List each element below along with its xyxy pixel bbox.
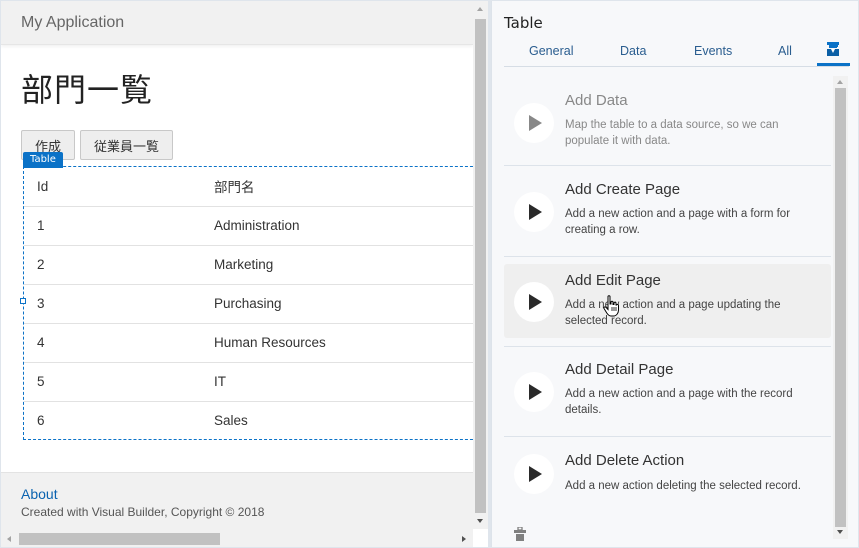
page-title[interactable]: 部門一覧 [21,65,153,111]
quick-start-add-delete-action[interactable]: Add Delete Action Add a new action delet… [504,437,831,517]
cell-id: 2 [24,245,214,285]
app-header: My Application [1,1,473,45]
cell-id: 3 [24,284,214,324]
quick-start-add-detail-page[interactable]: Add Detail Page Add a new action and a p… [504,347,831,437]
app-footer: About Created with Visual Builder, Copyr… [1,472,473,529]
tab-general[interactable]: General [529,44,573,58]
cell-department-name: Human Resources [214,323,473,363]
quick-start-add-edit-page[interactable]: Add Edit Page Add a new action and a pag… [504,264,831,338]
app-title: My Application [21,13,125,31]
tab-events[interactable]: Events [694,44,732,58]
scroll-up-arrow-icon[interactable] [477,7,483,11]
hand-cursor-icon [603,295,619,317]
cell-id: 4 [24,323,214,363]
quick-start-title: Add Edit Page [565,272,661,289]
about-link[interactable]: About [21,486,453,502]
quick-start-description: Add a new action and a page with a form … [565,208,791,236]
scroll-up-arrow-icon[interactable] [837,80,843,84]
play-icon [514,454,554,494]
scrollbar-thumb[interactable] [835,88,846,527]
employee-list-button[interactable]: 従業員一覧 [80,130,174,160]
tab-all[interactable]: All [778,44,792,58]
quick-start-description: Add a new action and a page with the rec… [565,388,793,416]
table-row[interactable]: 1 Administration [24,206,473,246]
scroll-right-arrow-icon[interactable] [462,536,466,542]
department-table: Id 部門名 1 Administration 2 Marketing 3 Pu… [24,167,473,440]
play-icon [514,103,554,143]
play-icon [514,192,554,232]
quick-start-title: Add Delete Action [565,452,685,469]
cell-id: 6 [37,413,45,429]
quick-start-icon [827,42,839,56]
table-header-row: Id 部門名 [24,167,473,207]
play-icon [514,372,554,412]
tab-quick-start[interactable] [817,38,850,66]
property-inspector: Table General Data Events All Add Data M… [491,1,858,547]
scroll-down-arrow-icon[interactable] [837,530,843,534]
tab-data[interactable]: Data [620,44,646,58]
column-header-department-name[interactable]: 部門名 [214,167,473,207]
inspector-vertical-scrollbar[interactable] [833,76,848,539]
preview-horizontal-scrollbar[interactable] [1,529,473,547]
cell-id: 1 [24,206,214,246]
quick-start-description: Map the table to a data source, so we ca… [565,119,779,147]
quick-start-list: Add Data Map the table to a data source,… [504,77,831,517]
cell-department-name: Sales [214,413,248,429]
table-row[interactable]: 6 Sales [24,401,473,440]
column-header-id[interactable]: Id [24,167,214,207]
quick-start-add-create-page[interactable]: Add Create Page Add a new action and a p… [504,166,831,257]
quick-start-title: Add Create Page [565,181,681,198]
department-table-selected[interactable]: Table Id 部門名 1 Administration 2 Marketin… [20,152,473,440]
component-type-tag: Table [23,152,63,168]
table-row[interactable]: 2 Marketing [24,245,473,285]
quick-start-title: Add Data [565,92,628,109]
quick-start-title: Add Detail Page [565,361,674,378]
scrollbar-corner [473,529,488,547]
cell-department-name: Purchasing [214,284,473,324]
play-icon [514,282,554,322]
scrollbar-thumb[interactable] [19,533,220,545]
inspector-tabs: General Data Events All [504,38,850,67]
preview-vertical-scrollbar[interactable] [473,1,488,529]
inspector-title: Table [504,14,543,32]
trash-icon[interactable] [514,527,526,541]
table-row[interactable]: 5 IT [24,362,473,402]
page-preview-canvas: My Application 部門一覧 作成 従業員一覧 Table Id 部門… [1,1,488,547]
cell-department-name: Administration [214,206,473,246]
preview-viewport: My Application 部門一覧 作成 従業員一覧 Table Id 部門… [1,1,473,529]
scroll-down-arrow-icon[interactable] [477,519,483,523]
resize-handle[interactable] [20,298,26,304]
cell-id: 5 [24,362,214,402]
quick-start-add-data[interactable]: Add Data Map the table to a data source,… [504,77,831,166]
copyright-text: Created with Visual Builder, Copyright ©… [21,505,265,519]
table-row[interactable]: 4 Human Resources [24,323,473,363]
scrollbar-thumb[interactable] [475,19,486,513]
quick-start-description: Add a new action deleting the selected r… [565,480,801,492]
cell-department-name: Marketing [214,245,473,285]
table-row[interactable]: 3 Purchasing [24,284,473,324]
cell-department-name: IT [214,362,473,402]
scroll-left-arrow-icon[interactable] [7,536,11,542]
